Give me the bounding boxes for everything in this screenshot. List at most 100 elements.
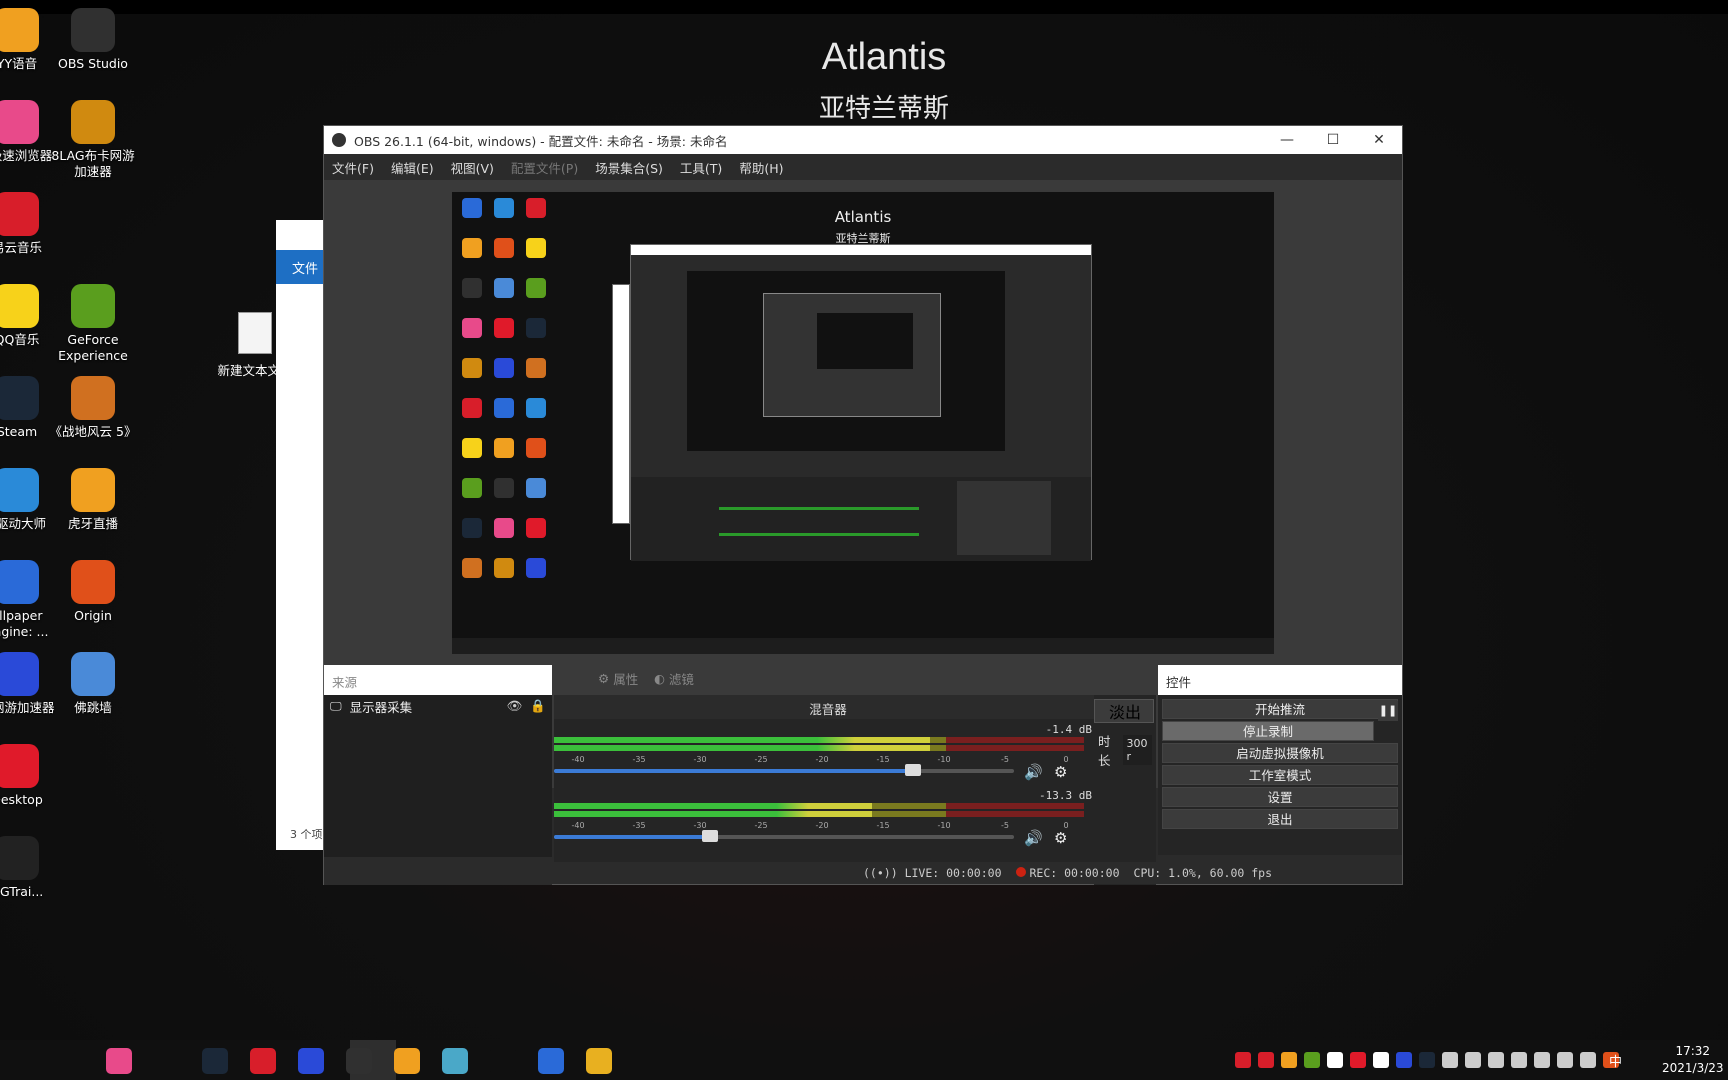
- accelerator-icon[interactable]: [298, 1048, 324, 1074]
- ime-indicator[interactable]: 中: [1609, 1051, 1622, 1070]
- desktop-icon[interactable]: 8LAG布卡网游加速器: [48, 100, 138, 180]
- tray-icon[interactable]: [1281, 1052, 1297, 1068]
- qqmusic-icon: [0, 284, 39, 328]
- desktop-icon[interactable]: GeForce Experience: [48, 284, 138, 364]
- clock[interactable]: 17:32 2021/3/23: [1662, 1043, 1724, 1077]
- desktop-icon-label: GeForce Experience: [58, 332, 128, 363]
- preview-desktop-icon: [494, 398, 514, 418]
- browser-icon[interactable]: [106, 1048, 132, 1074]
- desktop-icon-label: OBS Studio: [58, 56, 128, 71]
- settings-icon[interactable]: [490, 1048, 516, 1074]
- gear-icon[interactable]: ⚙: [1054, 763, 1067, 781]
- lock-icon[interactable]: 🔒: [530, 698, 546, 714]
- tray-icon[interactable]: [1304, 1052, 1320, 1068]
- mixer-track: -1.4 dB -40 -35 -30 -25 -20 -15 -10 -5 0 🔊 ⚙: [554, 719, 1102, 785]
- desktop-icon[interactable]: 佛跳墙: [48, 652, 138, 716]
- store-icon[interactable]: [538, 1048, 564, 1074]
- menu-edit[interactable]: 编辑(E): [391, 158, 434, 177]
- start-streaming-button[interactable]: 开始推流: [1162, 699, 1398, 719]
- tray-icon[interactable]: [1258, 1052, 1274, 1068]
- meter-tick-label: -35: [632, 821, 646, 830]
- menu-help[interactable]: 帮助(H): [739, 158, 783, 177]
- start-virtual-camera-button[interactable]: 启动虚拟摄像机: [1162, 743, 1398, 763]
- filters-label: 滤镜: [668, 671, 694, 687]
- task-view-icon[interactable]: [10, 1048, 36, 1074]
- maximize-button[interactable]: ☐: [1310, 132, 1356, 148]
- monitor-icon: 🖵: [330, 698, 342, 713]
- exit-button[interactable]: 退出: [1162, 809, 1398, 829]
- tray-icon[interactable]: [1580, 1052, 1596, 1068]
- volume-slider[interactable]: [554, 830, 1014, 842]
- obs-icon[interactable]: [346, 1048, 372, 1074]
- meter-tick-label: -25: [754, 821, 768, 830]
- windows-taskbar: 中 17:32 2021/3/23: [0, 1040, 1728, 1080]
- minimize-button[interactable]: —: [1264, 132, 1310, 148]
- properties-button[interactable]: ⚙ 属性: [598, 665, 638, 691]
- notepad-icon[interactable]: [442, 1048, 468, 1074]
- wallpaper-engine-icon: [0, 560, 39, 604]
- filters-button[interactable]: ◐ 滤镜: [654, 665, 694, 691]
- sogou-icon[interactable]: [58, 1048, 84, 1074]
- duration-label: 时长: [1098, 734, 1111, 768]
- tray-icon[interactable]: [1488, 1052, 1504, 1068]
- obs-titlebar[interactable]: OBS 26.1.1 (64-bit, windows) - 配置文件: 未命名…: [324, 126, 1402, 154]
- transition-select[interactable]: 淡出: [1094, 699, 1154, 723]
- preview-desktop-icon: [526, 238, 546, 258]
- desktop-icon[interactable]: 易云音乐: [0, 192, 62, 256]
- menu-scene-collection[interactable]: 场景集合(S): [595, 158, 663, 177]
- tray-icon[interactable]: [1396, 1052, 1412, 1068]
- close-button[interactable]: ✕: [1356, 132, 1402, 148]
- gear-icon[interactable]: ⚙: [1054, 829, 1067, 847]
- speaker-icon[interactable]: 🔊: [1024, 829, 1043, 847]
- fling-icon: [0, 836, 39, 880]
- meter-tick-label: -10: [937, 755, 951, 764]
- settings-button[interactable]: 设置: [1162, 787, 1398, 807]
- desktop-icon[interactable]: 虎牙直播: [48, 468, 138, 532]
- meter-ticks: -40 -35 -30 -25 -20 -15 -10 -5 0: [554, 755, 1084, 767]
- cpu-status: CPU: 1.0%, 60.00 fps: [1133, 866, 1272, 880]
- speaker-icon[interactable]: 🔊: [1024, 763, 1043, 781]
- file-explorer-icon[interactable]: [586, 1048, 612, 1074]
- stop-recording-button[interactable]: 停止录制: [1162, 721, 1374, 741]
- fotiaoqiang-icon: [71, 652, 115, 696]
- menu-tools[interactable]: 工具(T): [680, 158, 722, 177]
- tray-icon[interactable]: [1511, 1052, 1527, 1068]
- tray-icon[interactable]: [1534, 1052, 1550, 1068]
- browser-icon: [0, 100, 39, 144]
- record-dot-icon: [1015, 867, 1026, 877]
- tray-icon[interactable]: [1373, 1052, 1389, 1068]
- tray-icon[interactable]: [1235, 1052, 1251, 1068]
- desktop-icon[interactable]: Origin: [48, 560, 138, 624]
- xbox-icon[interactable]: [154, 1048, 180, 1074]
- tray-icon[interactable]: [1465, 1052, 1481, 1068]
- preview-taskbar: [452, 638, 1274, 654]
- huya-icon[interactable]: [394, 1048, 420, 1074]
- netease-music-icon[interactable]: [250, 1048, 276, 1074]
- tray-icon[interactable]: [1350, 1052, 1366, 1068]
- desktop-icon[interactable]: 新建文本文档: [210, 312, 300, 379]
- tray-icon[interactable]: [1442, 1052, 1458, 1068]
- steam-icon[interactable]: [202, 1048, 228, 1074]
- tray-icon[interactable]: [1419, 1052, 1435, 1068]
- preview-canvas[interactable]: Atlantis 亚特兰蒂斯: [452, 192, 1274, 654]
- clock-time: 17:32: [1675, 1044, 1711, 1058]
- duration-input[interactable]: 300 r: [1122, 735, 1152, 765]
- desktop-icon[interactable]: 《战地风云 5》: [48, 376, 138, 440]
- source-item[interactable]: 🖵 显示器采集 👁 🔒: [324, 695, 552, 717]
- tray-icon[interactable]: [1557, 1052, 1573, 1068]
- menu-file[interactable]: 文件(F): [332, 158, 374, 177]
- source-name: 显示器采集: [349, 699, 413, 715]
- desktop-icon[interactable]: NGTrai...: [0, 836, 62, 900]
- track-db-value: -1.4 dB: [1045, 723, 1092, 736]
- desktop-icon[interactable]: Desktop: [0, 744, 62, 808]
- visibility-eye-icon[interactable]: 👁: [507, 698, 523, 714]
- volume-slider[interactable]: [554, 764, 1014, 776]
- studio-mode-button[interactable]: 工作室模式: [1162, 765, 1398, 785]
- menu-view[interactable]: 视图(V): [451, 158, 494, 177]
- desktop-icon[interactable]: OBS Studio: [48, 8, 138, 72]
- explorer-items-count: 3 个项: [290, 828, 323, 841]
- clock-date: 2021/3/23: [1662, 1061, 1724, 1075]
- meter-tick-label: -5: [1001, 755, 1009, 764]
- pause-recording-button[interactable]: ❚❚: [1378, 701, 1398, 721]
- tray-icon[interactable]: [1327, 1052, 1343, 1068]
